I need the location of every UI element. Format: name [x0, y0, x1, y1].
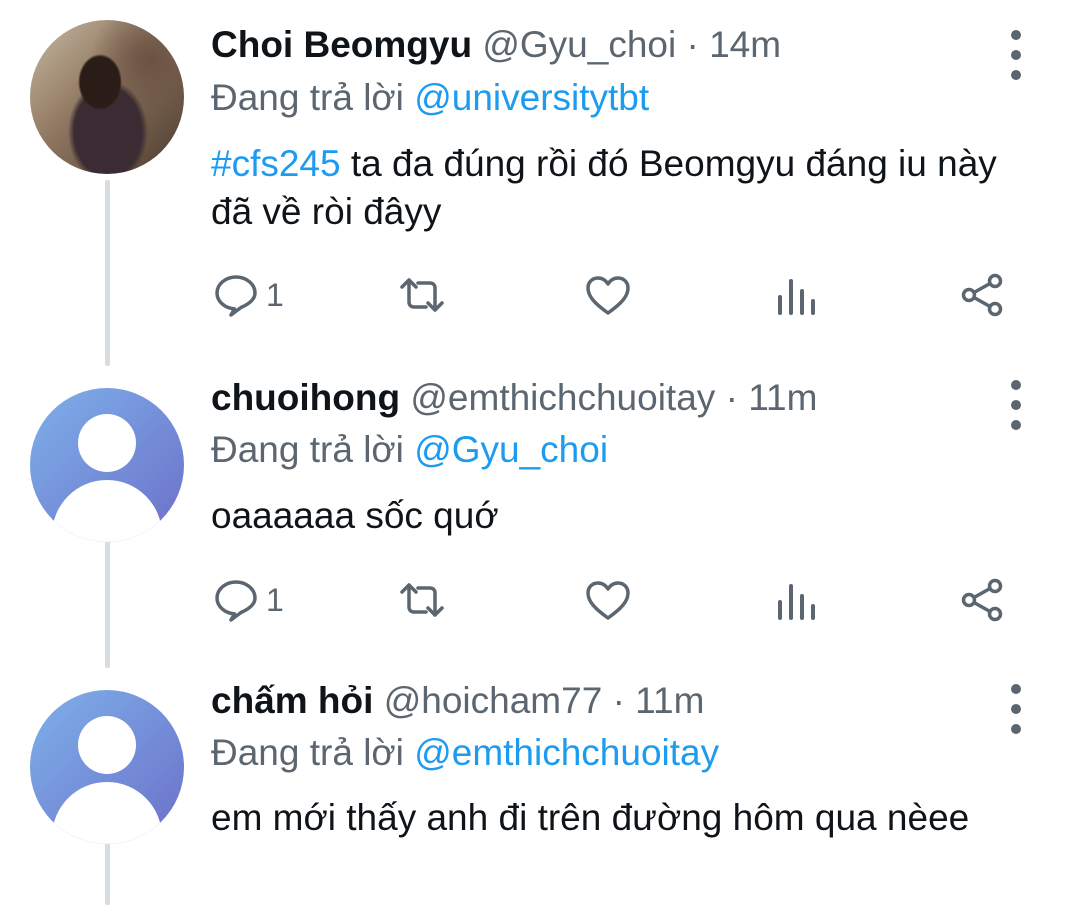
user-handle[interactable]: @Gyu_choi	[482, 24, 676, 65]
separator: ·	[686, 24, 699, 65]
separator: ·	[612, 680, 625, 721]
avatar[interactable]	[30, 20, 184, 174]
timestamp[interactable]: 11m	[635, 680, 704, 721]
tweet[interactable]: chuoihong @emthichchuoitay · 11m Đang tr…	[0, 370, 1080, 674]
analytics-icon	[778, 279, 815, 315]
share-icon	[961, 578, 1003, 622]
tweet-actions: 1	[0, 575, 1080, 625]
retweet-button[interactable]	[398, 270, 446, 320]
tweet[interactable]: Choi Beomgyu @Gyu_choi · 14m Đang trả lờ…	[0, 0, 1080, 370]
user-handle[interactable]: @hoicham77	[384, 680, 603, 721]
share-button[interactable]	[958, 575, 1006, 625]
tweet-text: oaaaaaa sốc quớ	[211, 495, 499, 536]
avatar[interactable]	[30, 690, 184, 844]
analytics-button[interactable]	[772, 270, 820, 320]
display-name[interactable]: chấm hỏi	[211, 680, 373, 721]
more-options-button[interactable]	[1004, 684, 1028, 734]
tweet-header: Choi Beomgyu @Gyu_choi · 14m	[211, 24, 781, 66]
reply-icon	[215, 580, 257, 622]
timestamp[interactable]: 14m	[709, 24, 781, 65]
display-name[interactable]: Choi Beomgyu	[211, 24, 472, 65]
replying-to-label: Đang trả lời	[211, 732, 404, 773]
retweet-icon	[400, 583, 444, 617]
replying-to-label: Đang trả lời	[211, 429, 404, 470]
more-icon	[1011, 380, 1021, 390]
reply-icon	[215, 275, 257, 317]
tweet-header: chấm hỏi @hoicham77 · 11m	[211, 680, 704, 722]
analytics-icon	[778, 584, 815, 620]
replying-to-link[interactable]: @universitytbt	[414, 77, 649, 118]
tweet-text: #cfs245 ta đa đúng rồi đó Beomgyu đáng i…	[211, 140, 1041, 236]
like-icon	[586, 581, 630, 620]
analytics-button[interactable]	[772, 575, 820, 625]
more-icon	[1011, 684, 1021, 694]
retweet-icon	[400, 278, 444, 312]
share-icon	[961, 273, 1003, 317]
replying-to-link[interactable]: @Gyu_choi	[414, 429, 608, 470]
reply-button[interactable]: 1	[212, 270, 284, 320]
like-button[interactable]	[584, 575, 632, 625]
more-options-button[interactable]	[1004, 380, 1028, 430]
separator: ·	[725, 377, 738, 418]
timestamp[interactable]: 11m	[748, 377, 817, 418]
replying-to: Đang trả lời @Gyu_choi	[211, 429, 608, 471]
retweet-button[interactable]	[398, 575, 446, 625]
hashtag-link[interactable]: #cfs245	[211, 143, 341, 184]
tweet[interactable]: chấm hỏi @hoicham77 · 11m Đang trả lời @…	[0, 674, 1080, 905]
reply-count: 1	[266, 581, 284, 618]
avatar[interactable]	[30, 388, 184, 542]
replying-to-label: Đang trả lời	[211, 77, 404, 118]
tweet-actions: 1	[0, 270, 1080, 320]
tweet-header: chuoihong @emthichchuoitay · 11m	[211, 377, 817, 419]
replying-to-link[interactable]: @emthichchuoitay	[414, 732, 719, 773]
more-icon	[1011, 30, 1021, 40]
more-options-button[interactable]	[1004, 30, 1028, 80]
tweet-text: em mới thấy anh đi trên đường hôm qua nè…	[211, 797, 970, 838]
display-name[interactable]: chuoihong	[211, 377, 400, 418]
replying-to: Đang trả lời @emthichchuoitay	[211, 732, 719, 774]
like-icon	[586, 276, 630, 315]
replying-to: Đang trả lời @universitytbt	[211, 77, 649, 119]
reply-button[interactable]: 1	[212, 575, 284, 625]
share-button[interactable]	[958, 270, 1006, 320]
like-button[interactable]	[584, 270, 632, 320]
reply-count: 1	[266, 276, 284, 313]
user-handle[interactable]: @emthichchuoitay	[410, 377, 715, 418]
